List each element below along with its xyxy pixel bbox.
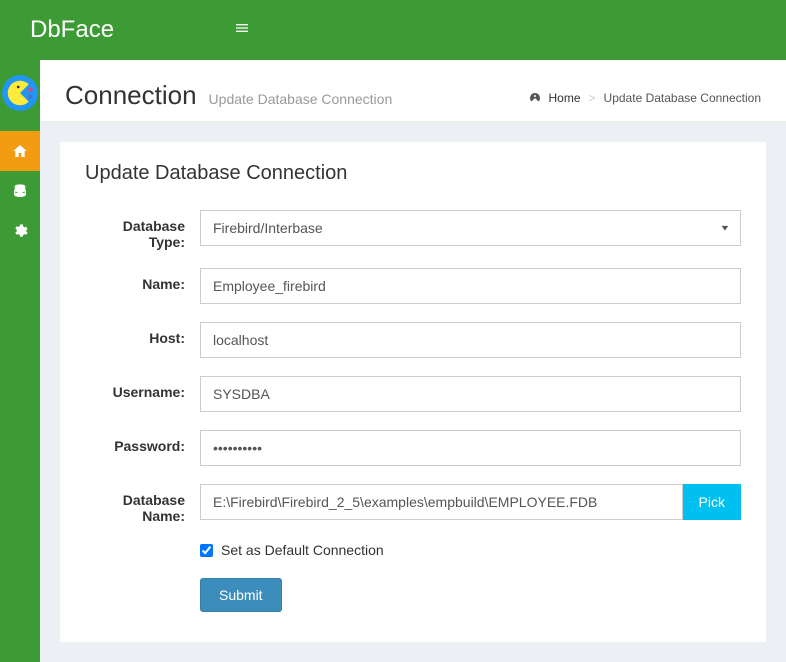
dbname-label: Database Name: [85,484,200,524]
password-input[interactable] [200,430,741,466]
dbname-input[interactable] [200,484,683,520]
page-subtitle: Update Database Connection [209,91,393,107]
avatar[interactable] [2,75,38,111]
pick-button[interactable]: Pick [683,484,741,520]
sidebar [0,60,40,662]
content-area: Connection Update Database Connection Ho… [40,60,786,662]
submit-button[interactable]: Submit [200,578,282,612]
menu-toggle-button[interactable] [234,20,250,41]
default-connection-checkbox[interactable] [200,544,213,557]
db-type-select[interactable]: Firebird/Interbase [200,210,741,246]
page-title: Connection [65,80,197,111]
database-icon [12,183,28,199]
dashboard-icon [529,92,541,104]
sidebar-item-database[interactable] [0,171,40,211]
brand-logo: DbFace [30,16,114,44]
page-header: Connection Update Database Connection Ho… [40,60,786,122]
name-label: Name: [85,268,200,292]
gear-icon [12,223,28,239]
breadcrumb-current: Update Database Connection [604,91,761,105]
password-label: Password: [85,430,200,454]
host-label: Host: [85,322,200,346]
top-bar: DbFace [0,0,786,60]
breadcrumb: Home > Update Database Connection [529,91,761,105]
sidebar-item-settings[interactable] [0,211,40,251]
form-panel: Update Database Connection Database Type… [60,142,766,642]
username-input[interactable] [200,376,741,412]
panel-title: Update Database Connection [85,162,741,185]
bars-icon [234,20,250,36]
host-input[interactable] [200,322,741,358]
db-type-label: Database Type: [85,210,200,250]
name-input[interactable] [200,268,741,304]
breadcrumb-home-link[interactable]: Home [549,91,581,105]
default-connection-label: Set as Default Connection [221,542,384,558]
username-label: Username: [85,376,200,400]
pacman-icon [6,79,34,107]
breadcrumb-separator: > [589,91,596,105]
home-icon [12,143,28,159]
sidebar-item-home[interactable] [0,131,40,171]
